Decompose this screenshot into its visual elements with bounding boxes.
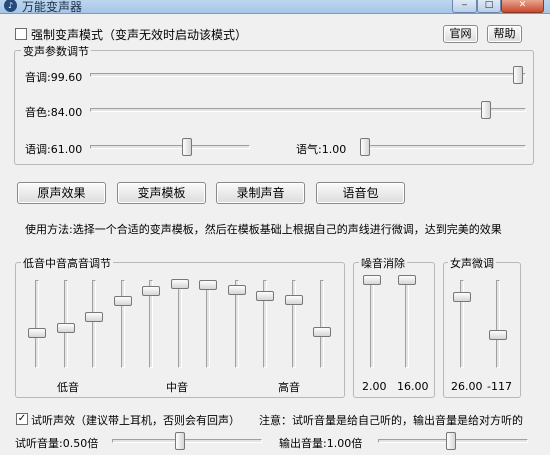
monitor-checkbox[interactable]: ✓ bbox=[16, 413, 28, 425]
noise-value-2: 16.00 bbox=[397, 380, 429, 393]
female-tune-slider-track-2[interactable] bbox=[496, 280, 500, 368]
eq-band-slider-track-7[interactable] bbox=[206, 280, 210, 368]
tone-slider-thumb[interactable] bbox=[360, 138, 370, 156]
listen-volume-label: 试听音量:0.50倍 bbox=[15, 437, 99, 450]
monitor-label: 试听声效（建议带上耳机，否则会有回声） bbox=[31, 414, 240, 427]
voice-pack-button[interactable]: 语音包 bbox=[316, 182, 405, 204]
listen-volume-thumb[interactable] bbox=[175, 432, 185, 450]
female-tune-slider-thumb-1[interactable] bbox=[453, 292, 471, 302]
listen-volume-track[interactable] bbox=[112, 439, 262, 443]
tone-slider-track[interactable] bbox=[360, 145, 526, 149]
eq-band-slider-track-6[interactable] bbox=[177, 280, 182, 368]
speed-slider-thumb[interactable] bbox=[182, 138, 192, 156]
noise-slider-thumb-1[interactable] bbox=[363, 275, 381, 285]
eq-band-slider-thumb-2[interactable] bbox=[56, 323, 75, 333]
volume-note: 注意：试听音量是给自己听的，输出音量是给对方听的 bbox=[259, 414, 523, 427]
female-tune-slider-thumb-2[interactable] bbox=[489, 330, 507, 340]
eq-band-slider-track-1[interactable] bbox=[35, 280, 39, 368]
noise-slider-thumb-2[interactable] bbox=[398, 275, 416, 285]
speed-slider-track[interactable] bbox=[90, 145, 250, 149]
original-voice-button[interactable]: 原声效果 bbox=[17, 182, 106, 204]
website-button[interactable]: 官网 bbox=[443, 25, 478, 43]
female-tune-group bbox=[443, 262, 521, 398]
eq-legend: 低音中音高音调节 bbox=[21, 255, 113, 271]
maximize-button[interactable]: □ bbox=[477, 0, 501, 13]
minimize-button[interactable]: ‒ bbox=[452, 0, 477, 13]
eq-band-slider-thumb-8[interactable] bbox=[227, 285, 246, 295]
noise-value-1: 2.00 bbox=[362, 380, 387, 393]
pitch-label: 音调:99.60 bbox=[25, 71, 83, 84]
timbre-slider-thumb[interactable] bbox=[481, 101, 491, 119]
eq-band-slider-thumb-5[interactable] bbox=[142, 286, 160, 296]
timbre-slider-track[interactable] bbox=[90, 108, 526, 112]
output-volume-label: 输出音量:1.00倍 bbox=[279, 437, 363, 450]
speed-label: 语调:61.00 bbox=[25, 143, 83, 156]
noise-legend: 噪音消除 bbox=[359, 255, 407, 271]
eq-band-slider-thumb-7[interactable] bbox=[199, 280, 217, 290]
force-mode-label: 强制变声模式（变声无效时启动该模式） bbox=[31, 28, 248, 42]
tone-label: 语气:1.00 bbox=[296, 143, 347, 156]
voice-template-button[interactable]: 变声模板 bbox=[117, 182, 206, 204]
output-volume-thumb[interactable] bbox=[446, 432, 456, 450]
eq-band-slider-track-4[interactable] bbox=[120, 280, 125, 368]
timbre-label: 音色:84.00 bbox=[25, 106, 83, 119]
noise-slider-track-2[interactable] bbox=[405, 280, 409, 368]
eq-band-slider-track-10[interactable] bbox=[291, 280, 296, 368]
eq-band-slider-thumb-11[interactable] bbox=[313, 327, 331, 337]
eq-band-slider-track-11[interactable] bbox=[320, 280, 324, 368]
window-title: 万能变声器 bbox=[22, 0, 83, 14]
eq-band-slider-thumb-9[interactable] bbox=[256, 291, 274, 301]
force-mode-checkbox[interactable] bbox=[15, 28, 27, 40]
eq-mid-label: 中音 bbox=[166, 381, 188, 394]
usage-instructions: 使用方法:选择一个合适的变声模板，然后在模板基础上根据自己的声线进行微调，达到完… bbox=[25, 223, 502, 236]
eq-band-slider-thumb-10[interactable] bbox=[284, 295, 303, 305]
eq-band-slider-thumb-6[interactable] bbox=[170, 279, 189, 289]
record-voice-button[interactable]: 录制声音 bbox=[216, 182, 305, 204]
female-value-2: -117 bbox=[487, 380, 512, 393]
close-button[interactable]: ✕ bbox=[501, 0, 544, 13]
pitch-slider-thumb[interactable] bbox=[513, 66, 523, 84]
eq-band-slider-thumb-1[interactable] bbox=[28, 328, 46, 338]
help-button[interactable]: 帮助 bbox=[487, 25, 522, 43]
eq-high-label: 高音 bbox=[278, 381, 300, 394]
female-tune-legend: 女声微调 bbox=[448, 255, 496, 271]
eq-low-label: 低音 bbox=[57, 381, 79, 394]
female-value-1: 26.00 bbox=[451, 380, 483, 393]
eq-band-slider-track-3[interactable] bbox=[92, 280, 96, 368]
eq-band-slider-thumb-3[interactable] bbox=[85, 312, 103, 322]
voice-params-legend: 变声参数调节 bbox=[21, 43, 91, 59]
noise-slider-track-1[interactable] bbox=[370, 280, 374, 368]
eq-band-slider-thumb-4[interactable] bbox=[113, 296, 132, 306]
pitch-slider-track[interactable] bbox=[90, 73, 526, 77]
